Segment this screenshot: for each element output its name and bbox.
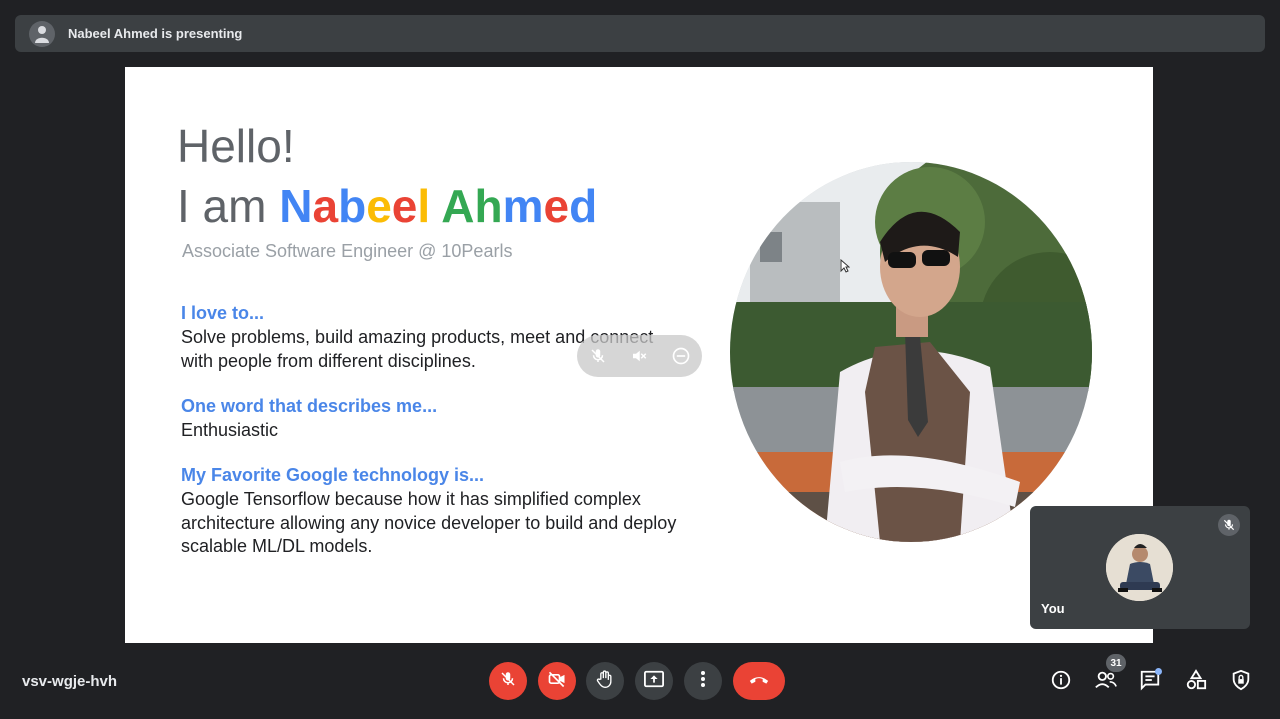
- name-letter: h: [474, 180, 503, 232]
- section-heading-tech: My Favorite Google technology is...: [181, 465, 485, 485]
- chat-notification-dot: [1155, 668, 1162, 675]
- section-body-word: Enthusiastic: [181, 420, 279, 440]
- name-letter: e: [391, 180, 418, 232]
- present-now-button[interactable]: [635, 662, 673, 700]
- participants-button[interactable]: [1093, 669, 1119, 695]
- section-body-tech: Google Tensorflow because how it has sim…: [181, 489, 677, 556]
- more-options-button[interactable]: [684, 662, 722, 700]
- self-avatar: [1106, 534, 1173, 601]
- self-view-tile[interactable]: You: [1030, 506, 1250, 629]
- camera-toggle-button[interactable]: [538, 662, 576, 700]
- people-icon: [1094, 669, 1118, 696]
- present-screen-icon: [643, 669, 665, 694]
- participants-count-badge: 31: [1106, 654, 1126, 672]
- name-letter: d: [569, 180, 598, 232]
- mouse-cursor-icon: [840, 258, 851, 278]
- name-letter: A: [441, 180, 475, 232]
- raise-hand-icon: [595, 669, 615, 694]
- more-options-icon: [700, 670, 706, 693]
- activities-button[interactable]: [1183, 668, 1209, 696]
- section-heading-love: I love to...: [181, 303, 265, 323]
- slide-role: Associate Software Engineer @ 10Pearls: [182, 241, 513, 261]
- info-icon: [1050, 669, 1072, 696]
- section-heading-word: One word that describes me...: [181, 396, 438, 416]
- mute-audio-icon[interactable]: [626, 343, 652, 369]
- slide-hello: Hello!: [177, 120, 295, 172]
- name-letter: m: [502, 180, 544, 232]
- name-letter: b: [338, 180, 367, 232]
- mic-toggle-button[interactable]: [489, 662, 527, 700]
- name-letter: e: [366, 180, 392, 232]
- activities-icon: [1185, 668, 1207, 696]
- slide-presenter-name: Nabeel Ahmed: [279, 180, 597, 232]
- name-letter: N: [279, 180, 313, 232]
- slide-intro-prefix: I am: [177, 180, 280, 232]
- presenter-text: Nabeel Ahmed is presenting: [68, 26, 243, 41]
- name-letter: [430, 180, 441, 232]
- meeting-details-button[interactable]: [1048, 669, 1074, 695]
- presenter-avatar: [29, 20, 55, 47]
- host-controls-button[interactable]: [1228, 669, 1254, 695]
- floating-tile-controls: [577, 335, 702, 377]
- shared-slide: Hello! I am Nabeel Ahmed Associate Softw…: [125, 67, 1153, 643]
- host-controls-icon: [1230, 669, 1252, 696]
- leave-call-button[interactable]: [733, 662, 785, 700]
- profile-photo: [730, 162, 1092, 542]
- meeting-code: vsv-wgje-hvh: [22, 673, 118, 690]
- mic-off-icon: [499, 670, 517, 693]
- name-letter: l: [417, 180, 431, 232]
- mic-off-icon[interactable]: [585, 343, 611, 369]
- end-call-icon: [748, 672, 770, 690]
- camera-off-icon: [547, 669, 567, 694]
- name-letter: e: [543, 180, 570, 232]
- self-mic-off-icon: [1218, 514, 1240, 536]
- name-letter: a: [312, 180, 339, 232]
- raise-hand-button[interactable]: [586, 662, 624, 700]
- presenter-banner: Nabeel Ahmed is presenting: [15, 15, 1265, 52]
- remove-icon[interactable]: [668, 343, 694, 369]
- self-label: You: [1041, 601, 1065, 616]
- slide-intro-line: I am Nabeel Ahmed: [177, 183, 597, 229]
